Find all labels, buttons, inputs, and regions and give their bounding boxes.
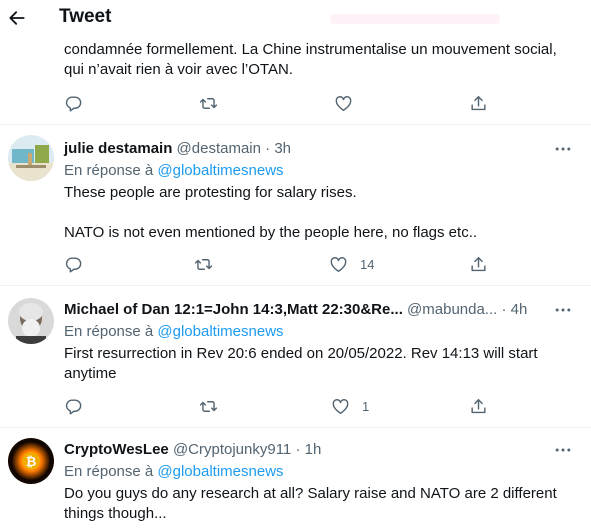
timestamp[interactable]: · 1h bbox=[295, 441, 321, 458]
reply-prefix: En réponse à bbox=[64, 323, 154, 340]
top-header: Tweet bbox=[0, 0, 591, 38]
reply-context: En réponse à @globaltimesnews bbox=[64, 322, 284, 342]
like-count: 1 bbox=[362, 398, 370, 414]
mention-link[interactable]: @globaltimesnews bbox=[157, 463, 283, 480]
tweet-line: These people are protesting for salary r… bbox=[64, 184, 357, 201]
main-tweet-actions bbox=[64, 92, 494, 114]
like-icon bbox=[329, 255, 348, 274]
scrolled-content-ghost bbox=[330, 14, 500, 24]
username[interactable]: @Cryptojunky911 bbox=[173, 441, 291, 458]
avatar[interactable]: ₿ bbox=[8, 438, 54, 484]
share-button[interactable] bbox=[469, 395, 488, 417]
like-button[interactable]: 1 bbox=[331, 395, 369, 417]
share-button[interactable] bbox=[469, 92, 488, 114]
avatar-image: ₿ bbox=[8, 438, 54, 484]
reply-button[interactable] bbox=[64, 253, 83, 275]
display-name[interactable]: Michael of Dan 12:1=John 14:3,Matt 22:30… bbox=[64, 301, 403, 318]
like-button[interactable]: 14 bbox=[329, 253, 374, 275]
reply-context: En réponse à @globaltimesnews bbox=[64, 462, 284, 482]
share-button[interactable] bbox=[469, 253, 488, 275]
more-button[interactable] bbox=[551, 139, 575, 159]
reply-icon bbox=[64, 397, 83, 416]
tweet-line: things though... bbox=[64, 505, 167, 522]
tweet-header: Michael of Dan 12:1=John 14:3,Matt 22:30… bbox=[64, 300, 527, 320]
share-icon bbox=[469, 94, 488, 113]
username[interactable]: @destamain bbox=[177, 140, 261, 157]
main-tweet-line: qui n’avait rien à voir avec l’OTAN. bbox=[64, 61, 293, 78]
more-button[interactable] bbox=[551, 440, 575, 460]
retweet-button[interactable] bbox=[199, 395, 218, 417]
more-icon bbox=[553, 300, 573, 320]
more-button[interactable] bbox=[551, 300, 575, 320]
display-name[interactable]: julie destamain bbox=[64, 140, 172, 157]
tweet-header: julie destamain @destamain · 3h bbox=[64, 139, 291, 159]
avatar-image bbox=[8, 135, 54, 181]
tweet-line: Do you guys do any research at all? Sala… bbox=[64, 485, 557, 502]
tweet-text: Do you guys do any research at all? Sala… bbox=[64, 484, 579, 524]
reply-button[interactable] bbox=[64, 395, 83, 417]
share-icon bbox=[469, 255, 488, 274]
arrow-left-icon bbox=[9, 11, 25, 25]
tweet-text: These people are protesting for salary r… bbox=[64, 183, 574, 243]
display-name[interactable]: CryptoWesLee bbox=[64, 441, 169, 458]
main-tweet-text: condamnée formellement. La Chine instrum… bbox=[64, 40, 574, 80]
more-icon bbox=[553, 139, 573, 159]
tweet-line: First resurrection in Rev 20:6 ended on … bbox=[64, 345, 538, 362]
like-button[interactable] bbox=[334, 92, 353, 114]
tweet-line: anytime bbox=[64, 365, 117, 382]
retweet-icon bbox=[194, 255, 213, 274]
tweet-actions: 14 bbox=[64, 253, 494, 275]
timestamp[interactable]: · 3h bbox=[265, 140, 291, 157]
mention-link[interactable]: @globaltimesnews bbox=[157, 323, 283, 340]
divider bbox=[0, 427, 591, 428]
timestamp[interactable]: · 4h bbox=[501, 301, 527, 318]
more-icon bbox=[553, 440, 573, 460]
avatar[interactable] bbox=[8, 135, 54, 181]
avatar[interactable] bbox=[8, 298, 54, 344]
username[interactable]: @mabunda... bbox=[407, 301, 497, 318]
like-icon bbox=[331, 397, 350, 416]
tweet-header: CryptoWesLee @Cryptojunky911 · 1h bbox=[64, 440, 321, 460]
reply-icon bbox=[64, 94, 83, 113]
back-button[interactable] bbox=[6, 7, 28, 29]
retweet-button[interactable] bbox=[194, 253, 213, 275]
divider bbox=[0, 124, 591, 125]
reply-icon bbox=[64, 255, 83, 274]
svg-text:₿: ₿ bbox=[26, 455, 37, 470]
tweet-line: NATO is not even mentioned by the people… bbox=[64, 224, 478, 241]
retweet-icon bbox=[199, 94, 218, 113]
tweet-actions: 1 bbox=[64, 395, 494, 417]
page-title: Tweet bbox=[59, 6, 112, 27]
reply-button[interactable] bbox=[64, 92, 83, 114]
reply-prefix: En réponse à bbox=[64, 463, 154, 480]
like-count: 14 bbox=[360, 256, 375, 272]
mention-link[interactable]: @globaltimesnews bbox=[157, 162, 283, 179]
reply-prefix: En réponse à bbox=[64, 162, 154, 179]
share-icon bbox=[469, 397, 488, 416]
retweet-button[interactable] bbox=[199, 92, 218, 114]
avatar-image bbox=[8, 298, 54, 344]
tweet-text: First resurrection in Rev 20:6 ended on … bbox=[64, 344, 579, 384]
main-tweet-line: condamnée formellement. La Chine instrum… bbox=[64, 41, 557, 58]
retweet-icon bbox=[199, 397, 218, 416]
reply-context: En réponse à @globaltimesnews bbox=[64, 161, 284, 181]
divider bbox=[0, 285, 591, 286]
like-icon bbox=[334, 94, 353, 113]
